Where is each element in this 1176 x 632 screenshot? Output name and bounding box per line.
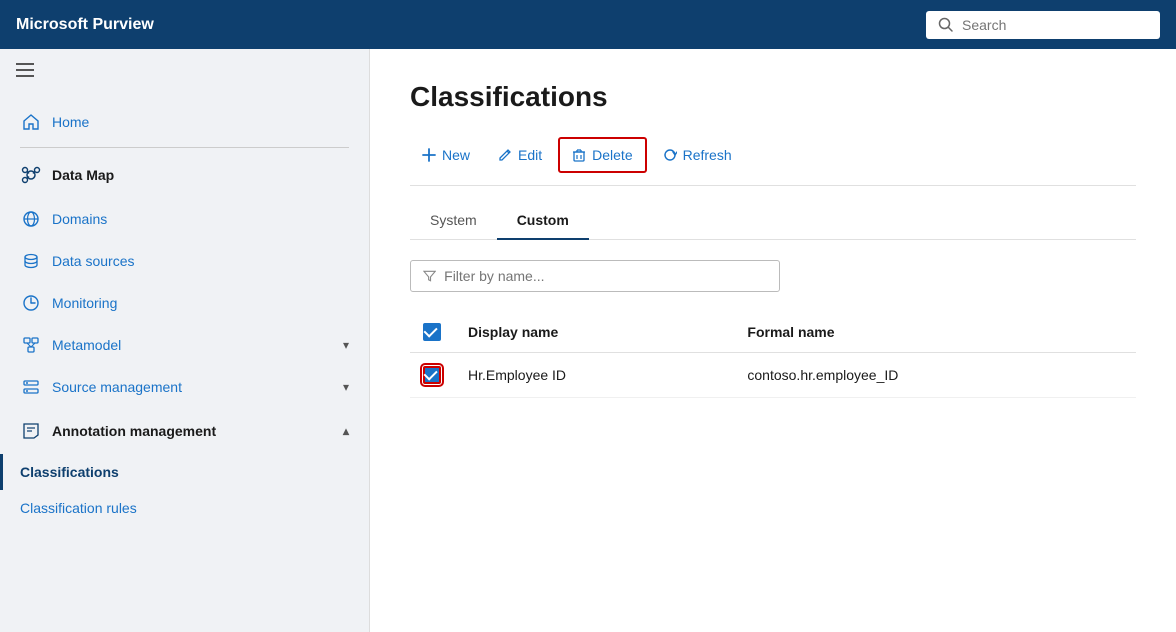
header-checkbox-col	[410, 312, 456, 353]
app-title: Microsoft Purview	[16, 16, 926, 34]
content-area: Classifications New Edit	[370, 49, 1176, 632]
sidebar-item-home-label: Home	[52, 114, 89, 130]
sidebar-item-source-management-label: Source management	[52, 379, 182, 395]
sidebar-item-metamodel-label: Metamodel	[52, 337, 121, 353]
select-all-checkbox[interactable]	[422, 322, 442, 342]
row-checkbox-cell	[410, 353, 456, 398]
sidebar: Home Data Map	[0, 49, 370, 632]
delete-label: Delete	[592, 147, 632, 163]
refresh-icon	[663, 148, 677, 162]
search-box	[926, 11, 1160, 39]
sidebar-item-classifications-label: Classifications	[20, 464, 119, 480]
filter-input[interactable]	[444, 268, 767, 284]
annotation-icon	[20, 420, 42, 442]
sidebar-item-monitoring[interactable]: Monitoring	[0, 282, 369, 324]
plus-icon	[422, 148, 436, 162]
tab-system[interactable]: System	[410, 202, 497, 240]
sidebar-item-data-map[interactable]: Data Map	[0, 152, 369, 198]
classifications-table: Display name Formal name Hr.Employee ID	[410, 312, 1136, 398]
delete-button[interactable]: Delete	[558, 137, 646, 173]
row-display-name: Hr.Employee ID	[456, 353, 735, 398]
sidebar-item-domains-label: Domains	[52, 211, 107, 227]
data-sources-icon	[20, 250, 42, 272]
monitoring-icon	[20, 292, 42, 314]
sidebar-item-annotation-management-label: Annotation management	[52, 423, 216, 439]
sidebar-item-classification-rules[interactable]: Classification rules	[0, 490, 369, 526]
topbar: Microsoft Purview	[0, 0, 1176, 49]
source-mgmt-icon	[20, 376, 42, 398]
sidebar-item-home[interactable]: Home	[0, 101, 369, 143]
metamodel-icon	[20, 334, 42, 356]
sidebar-item-metamodel[interactable]: Metamodel ▾	[0, 324, 369, 366]
new-label: New	[442, 147, 470, 163]
tabs: System Custom	[410, 202, 1136, 240]
filter-icon	[423, 269, 436, 283]
sidebar-item-annotation-management[interactable]: Annotation management ▴	[0, 408, 369, 454]
trash-icon	[572, 148, 586, 162]
edit-label: Edit	[518, 147, 542, 163]
chevron-up-icon: ▴	[343, 424, 349, 438]
sidebar-nav: Home Data Map	[0, 93, 369, 534]
table-row: Hr.Employee ID contoso.hr.employee_ID	[410, 353, 1136, 398]
sidebar-item-source-management[interactable]: Source management ▾	[0, 366, 369, 408]
edit-icon	[498, 148, 512, 162]
sidebar-item-classification-rules-label: Classification rules	[20, 500, 137, 516]
tab-custom[interactable]: Custom	[497, 202, 589, 240]
sidebar-item-data-map-label: Data Map	[52, 167, 114, 183]
main-layout: Home Data Map	[0, 49, 1176, 632]
refresh-label: Refresh	[683, 147, 732, 163]
toolbar: New Edit Delete	[410, 137, 1136, 186]
row-checkbox[interactable]	[422, 365, 442, 385]
header-display-name: Display name	[456, 312, 735, 353]
refresh-button[interactable]: Refresh	[651, 139, 744, 171]
hamburger-menu[interactable]	[16, 63, 36, 77]
chevron-down-icon: ▾	[343, 338, 349, 352]
data-map-icon	[20, 164, 42, 186]
domains-icon	[20, 208, 42, 230]
new-button[interactable]: New	[410, 139, 482, 171]
search-input[interactable]	[962, 17, 1148, 33]
sidebar-item-data-sources[interactable]: Data sources	[0, 240, 369, 282]
filter-box	[410, 260, 780, 292]
page-title: Classifications	[410, 81, 1136, 113]
sidebar-item-data-sources-label: Data sources	[52, 253, 134, 269]
chevron-down-icon-2: ▾	[343, 380, 349, 394]
edit-button[interactable]: Edit	[486, 139, 554, 171]
sidebar-item-domains[interactable]: Domains	[0, 198, 369, 240]
home-icon	[20, 111, 42, 133]
sidebar-item-classifications[interactable]: Classifications	[0, 454, 369, 490]
search-icon	[938, 17, 954, 33]
sidebar-item-monitoring-label: Monitoring	[52, 295, 117, 311]
sidebar-divider	[20, 147, 349, 148]
row-formal-name: contoso.hr.employee_ID	[735, 353, 1136, 398]
header-formal-name: Formal name	[735, 312, 1136, 353]
